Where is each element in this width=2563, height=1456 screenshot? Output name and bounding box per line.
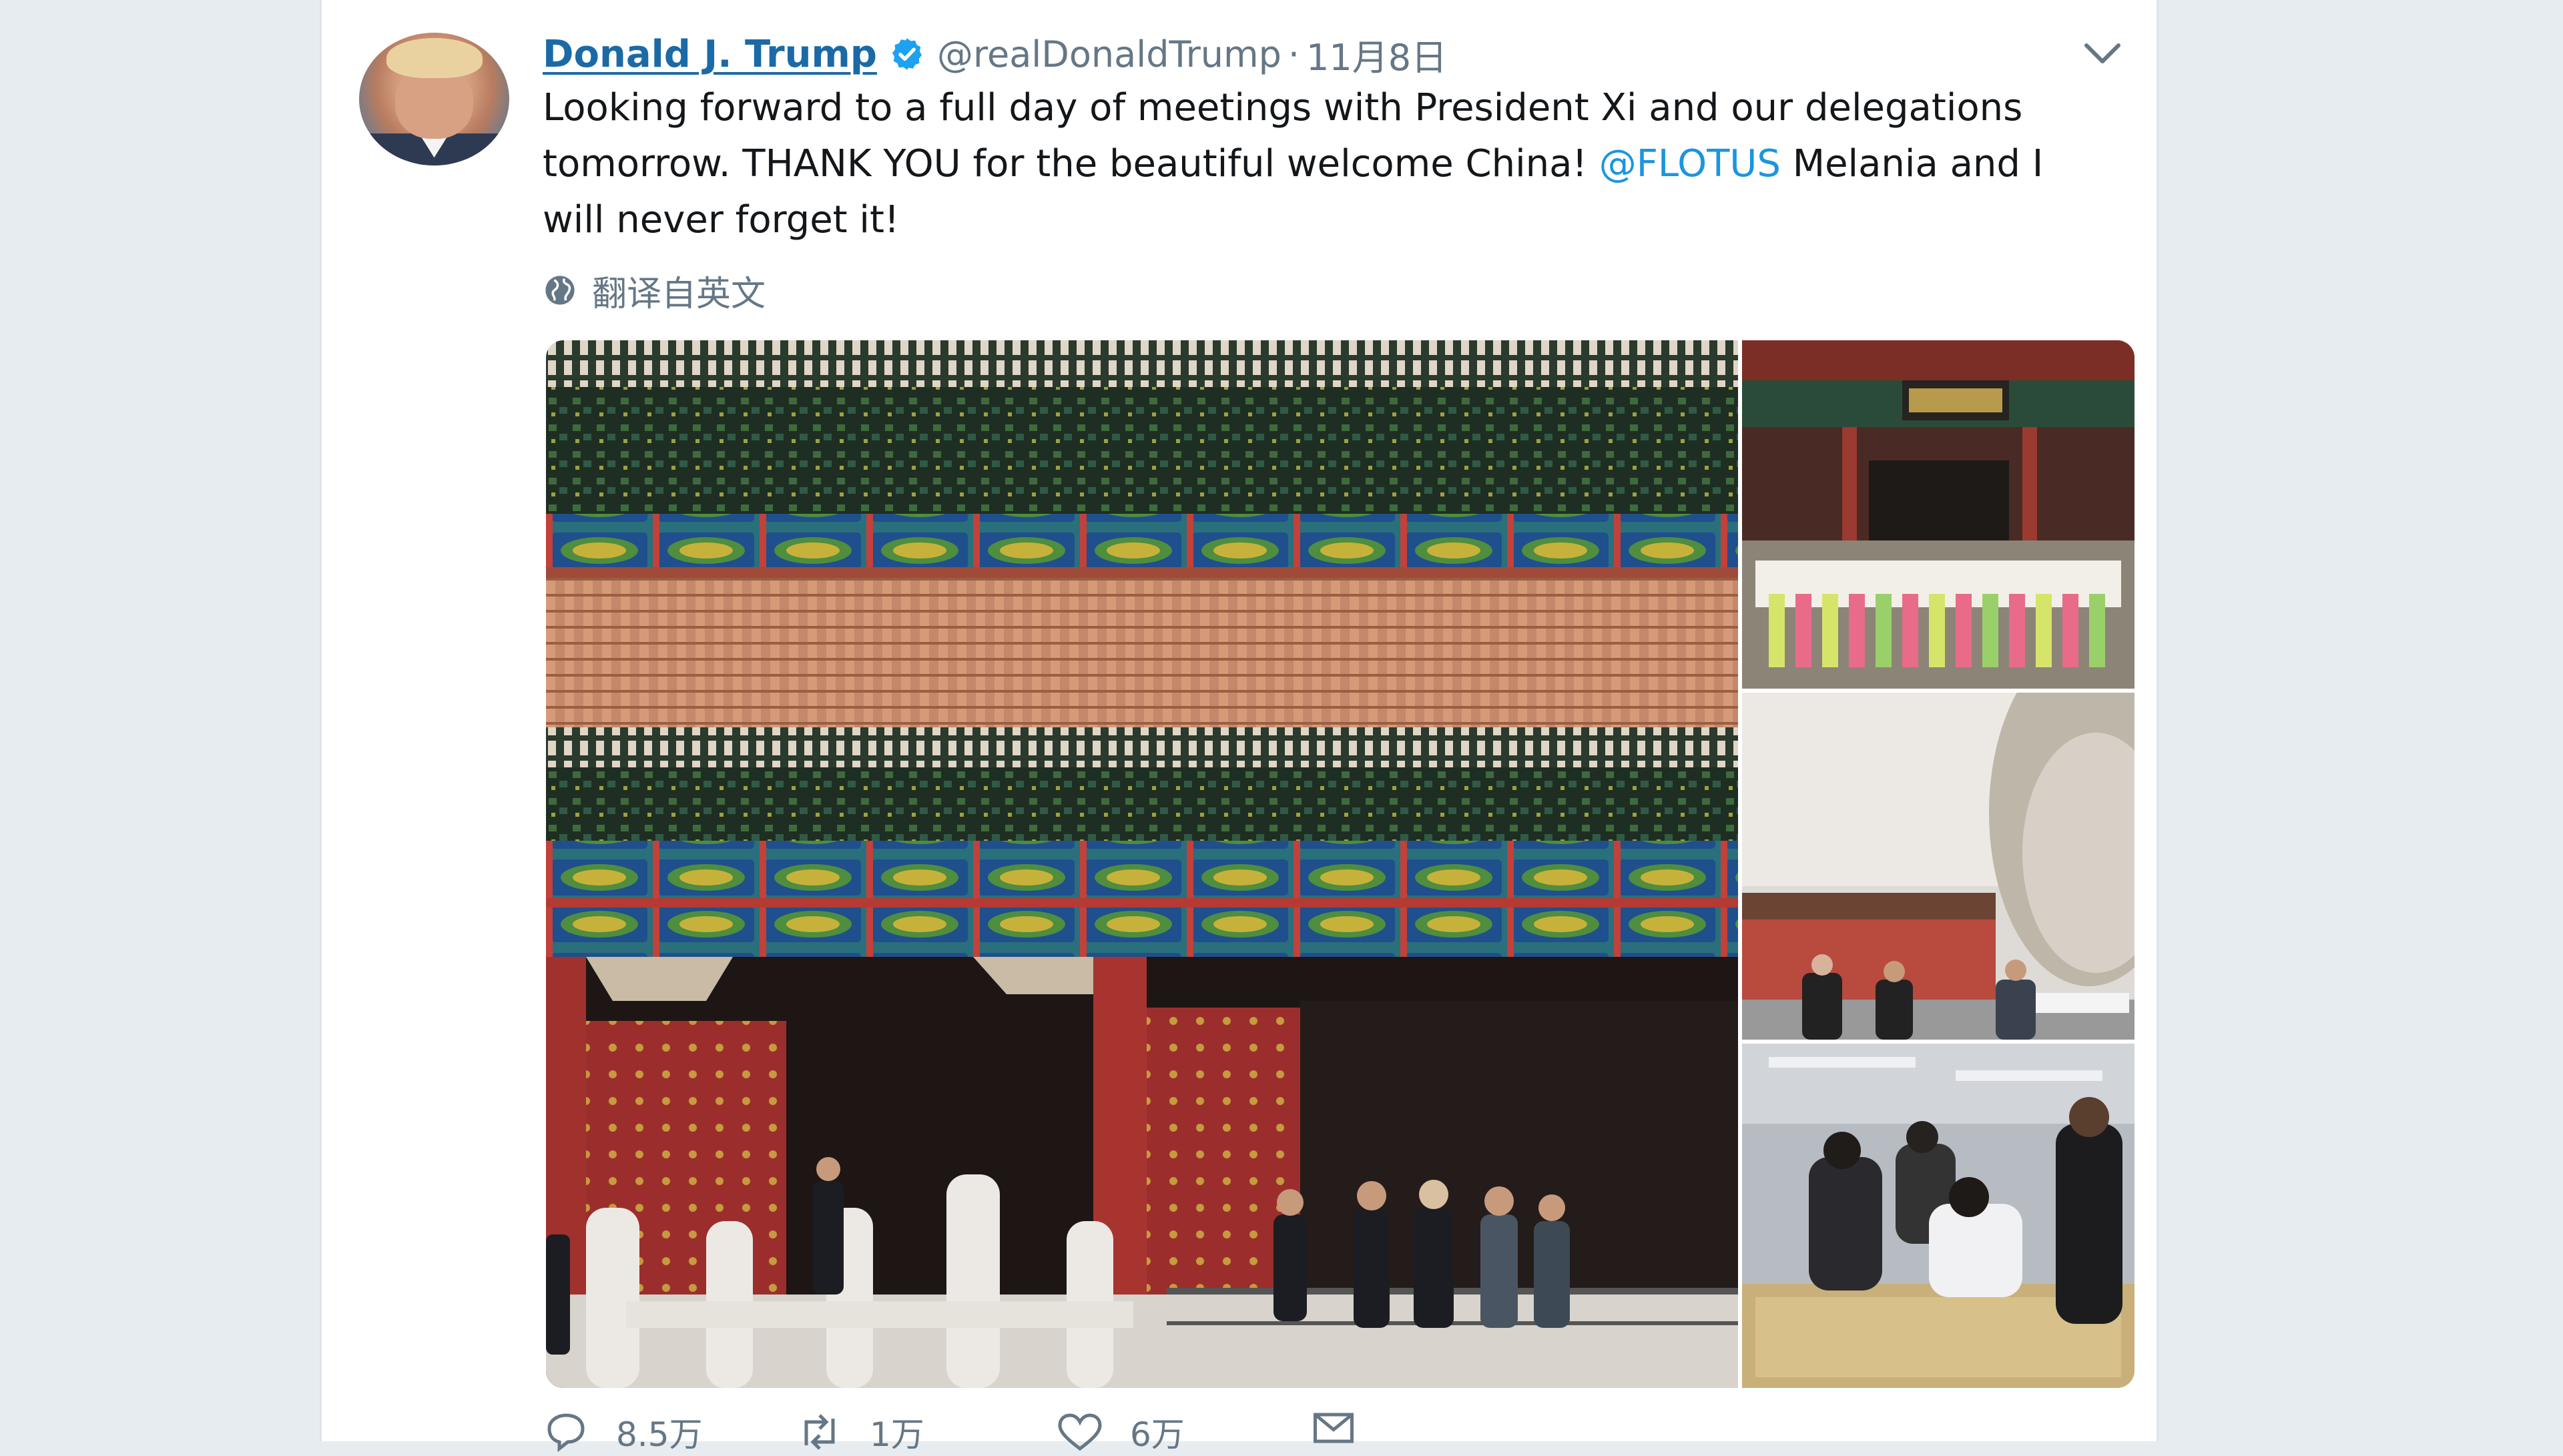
reply-icon	[547, 1413, 585, 1452]
translate-tweet-link[interactable]: 翻译自英文	[543, 267, 766, 314]
tweet-text-line-1: Looking forward to a full day of meeting…	[543, 86, 2023, 129]
avatar[interactable]	[359, 33, 509, 165]
photo-viewing-artwork[interactable]	[1742, 1044, 2134, 1388]
tweet-header: Donald J. Trump @realDonaldTrump · 11月8日	[543, 24, 1447, 84]
retweet-button[interactable]: 1万	[796, 1408, 924, 1456]
tweet-text-line-2: tomorrow. THANK YOU for the beautiful we…	[543, 136, 2158, 192]
direct-message-button[interactable]	[1310, 1408, 1384, 1448]
chevron-down-icon[interactable]	[2082, 40, 2122, 67]
tweet-actions: 8.5万 1万 6万	[543, 1408, 1477, 1454]
tweet-text-line-2-start: tomorrow. THANK YOU for the beautiful we…	[543, 142, 1599, 186]
retweet-icon	[804, 1414, 835, 1450]
direct-message-icon	[1314, 1413, 1354, 1443]
tweet-text-line-2-end: Melania and I	[1780, 142, 2044, 186]
photo-performers-hall[interactable]	[1742, 340, 2134, 689]
reply-count: 8.5万	[616, 1415, 703, 1454]
media-grid	[546, 340, 2134, 1388]
like-count: 6万	[1130, 1415, 1185, 1454]
retweet-count: 1万	[870, 1415, 924, 1454]
user-handle[interactable]: @realDonaldTrump	[937, 33, 1282, 75]
tweet-text-line-3: will never forget it!	[543, 198, 900, 242]
tweet-text: Looking forward to a full day of meeting…	[543, 80, 2158, 248]
photo-forbidden-city-gate[interactable]	[546, 340, 1738, 1388]
like-button[interactable]: 6万	[1057, 1408, 1185, 1456]
tweet-date[interactable]: 11月8日	[1306, 28, 1447, 81]
like-icon	[1058, 1413, 1102, 1451]
mention-link-flotus[interactable]: @FLOTUS	[1599, 142, 1781, 186]
translate-label: 翻译自英文	[592, 274, 766, 314]
verified-badge-icon	[892, 38, 922, 70]
separator-dot: ·	[1288, 33, 1300, 75]
reply-button[interactable]: 8.5万	[543, 1408, 703, 1456]
photo-walking-palace[interactable]	[1742, 693, 2134, 1040]
display-name-link[interactable]: Donald J. Trump	[543, 33, 877, 76]
globe-icon	[545, 276, 575, 305]
